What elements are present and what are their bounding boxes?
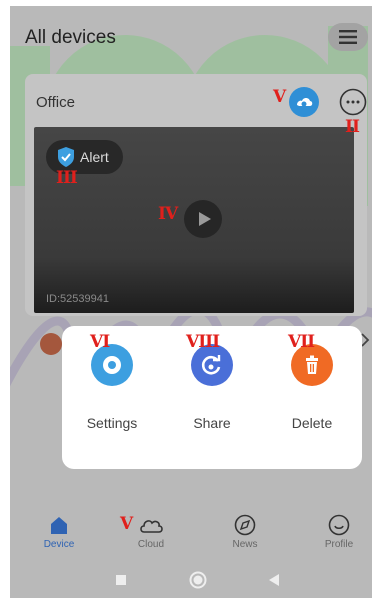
phone-screen: All devices Office Alert ID:52539941 Dev… <box>10 6 372 598</box>
second-device-icon <box>40 333 62 355</box>
play-icon <box>199 212 211 226</box>
device-name: Office <box>36 94 75 111</box>
marker-more-button: II <box>345 117 360 137</box>
marker-settings: VI <box>90 332 110 352</box>
tab-device-label: Device <box>43 539 75 550</box>
tab-profile-label: Profile <box>324 539 354 550</box>
tab-profile[interactable]: Profile <box>304 514 372 550</box>
home-circle-icon[interactable] <box>189 571 207 589</box>
marker-play: IV <box>158 204 178 224</box>
tab-news[interactable]: News <box>210 514 280 550</box>
delete-label: Delete <box>291 415 333 431</box>
more-options-button[interactable] <box>339 88 367 116</box>
system-nav-bar <box>10 562 372 598</box>
recents-icon[interactable] <box>115 574 127 586</box>
compass-icon <box>234 514 256 536</box>
share-icon <box>201 355 221 375</box>
home-icon <box>51 517 67 534</box>
delete-icon <box>306 355 318 374</box>
settings-action[interactable]: Settings <box>72 344 152 444</box>
header: All devices <box>10 6 372 68</box>
delete-action[interactable]: Delete <box>272 344 352 444</box>
tab-device[interactable]: Device <box>24 514 94 550</box>
share-label: Share <box>193 415 231 431</box>
more-options-icon <box>339 88 367 116</box>
marker-share: VIII <box>186 332 220 352</box>
shield-check-icon <box>58 147 74 167</box>
cloud-status-icon <box>289 87 319 117</box>
back-icon[interactable] <box>268 573 280 587</box>
menu-button[interactable] <box>328 23 368 51</box>
play-button[interactable] <box>184 200 222 238</box>
alert-label: Alert <box>80 149 109 165</box>
marker-cloud-badge: V <box>273 87 286 107</box>
bottom-tab-bar: Device Cloud News Profile <box>10 514 372 562</box>
cloud-status-badge[interactable] <box>289 87 319 117</box>
video-preview[interactable]: Alert ID:52539941 <box>34 127 354 313</box>
page-title: All devices <box>25 27 116 48</box>
settings-icon <box>103 356 121 374</box>
tab-news-label: News <box>232 539 258 550</box>
cloud-icon <box>140 520 163 533</box>
tab-cloud-label: Cloud <box>137 539 165 550</box>
settings-label: Settings <box>86 415 138 431</box>
share-action[interactable]: Share <box>172 344 252 444</box>
marker-delete: VII <box>288 332 315 352</box>
device-id: ID:52539941 <box>46 293 109 305</box>
hamburger-menu-icon <box>339 30 357 44</box>
marker-cloud-tab: V <box>120 514 133 534</box>
marker-alert: III <box>56 168 78 188</box>
profile-icon <box>328 514 350 536</box>
